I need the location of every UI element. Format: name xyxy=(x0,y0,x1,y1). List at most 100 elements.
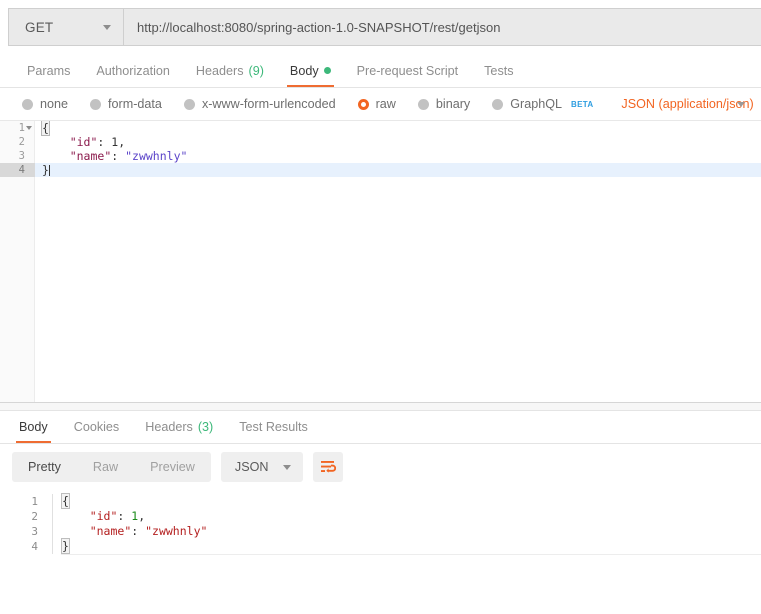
request-tab-bar: Params Authorization Headers (9) Body Pr… xyxy=(0,54,761,88)
radio-icon xyxy=(184,99,195,110)
json-comma: , xyxy=(118,135,125,149)
tab-headers-count: (9) xyxy=(249,64,264,78)
json-string-value: "zwwhnly" xyxy=(125,149,187,163)
code-line[interactable]: 4 } xyxy=(0,539,761,554)
json-colon: : xyxy=(97,135,111,149)
tab-authorization[interactable]: Authorization xyxy=(83,54,183,87)
http-method-select[interactable]: GET xyxy=(9,9,124,45)
tab-authorization-label: Authorization xyxy=(96,64,170,78)
body-type-raw-label: raw xyxy=(376,97,396,111)
code-line[interactable]: 2 "id": 1, xyxy=(0,135,761,149)
code-line[interactable]: 1 { xyxy=(0,121,761,135)
response-tab-test-results-label: Test Results xyxy=(239,420,308,434)
request-url-input[interactable]: http://localhost:8080/spring-action-1.0-… xyxy=(124,9,761,45)
fold-arrow-icon[interactable] xyxy=(26,126,32,130)
tab-body-label: Body xyxy=(290,64,319,78)
response-body-editor[interactable]: 1 { 2 "id": 1, 3 "name": "zwwhnly" 4 } xyxy=(0,490,761,568)
text-cursor xyxy=(49,165,50,176)
body-type-graphql[interactable]: GraphQL BETA xyxy=(492,97,593,111)
radio-icon xyxy=(22,99,33,110)
content-type-label: JSON (application/json) xyxy=(621,97,753,111)
tab-params[interactable]: Params xyxy=(14,54,83,87)
body-type-form-data-label: form-data xyxy=(108,97,162,111)
json-key: "id" xyxy=(70,135,98,149)
json-key: "name" xyxy=(90,524,132,538)
tab-tests[interactable]: Tests xyxy=(471,54,526,87)
tab-pre-request-script[interactable]: Pre-request Script xyxy=(344,54,472,87)
http-method-label: GET xyxy=(25,20,53,35)
tab-body[interactable]: Body xyxy=(277,54,344,87)
response-toolbar: Pretty Raw Preview JSON xyxy=(0,444,761,490)
response-format-select[interactable]: JSON xyxy=(221,452,303,482)
response-tab-body-label: Body xyxy=(19,420,48,434)
json-comma: , xyxy=(138,509,145,523)
line-number: 4 xyxy=(0,163,35,177)
code-line[interactable]: 3 "name": "zwwhnly" xyxy=(0,149,761,163)
response-view-mode-group: Pretty Raw Preview xyxy=(12,452,211,482)
chevron-down-icon xyxy=(103,25,111,30)
code-line-text: } xyxy=(52,539,761,554)
response-tab-headers-count: (3) xyxy=(198,420,213,434)
code-line-text: "id": 1, xyxy=(52,509,761,524)
view-mode-preview[interactable]: Preview xyxy=(134,452,211,482)
wrap-lines-icon xyxy=(320,460,336,474)
radio-selected-icon xyxy=(358,99,369,110)
body-type-binary[interactable]: binary xyxy=(418,97,470,111)
content-type-select[interactable]: JSON (application/json) xyxy=(621,97,753,111)
code-line[interactable]: 1 { xyxy=(0,494,761,509)
view-mode-raw[interactable]: Raw xyxy=(77,452,134,482)
code-line-text: "id": 1, xyxy=(35,135,125,149)
chevron-down-icon xyxy=(283,465,291,470)
chevron-down-icon[interactable] xyxy=(737,102,745,107)
response-tab-body[interactable]: Body xyxy=(6,410,61,443)
close-brace: } xyxy=(42,163,49,177)
open-brace: { xyxy=(62,494,69,508)
line-number: 4 xyxy=(0,539,52,554)
request-code: 1 { 2 "id": 1, 3 "name": "zwwhnly" 4 } xyxy=(0,121,761,177)
body-type-form-data[interactable]: form-data xyxy=(90,97,162,111)
code-line-text: "name": "zwwhnly" xyxy=(52,524,761,539)
code-line-text: { xyxy=(52,494,761,509)
body-type-none[interactable]: none xyxy=(22,97,68,111)
view-mode-pretty[interactable]: Pretty xyxy=(12,452,77,482)
response-format-label: JSON xyxy=(235,460,269,474)
code-line-active[interactable]: 4 } xyxy=(0,163,761,177)
line-number: 2 xyxy=(0,509,52,524)
view-mode-raw-label: Raw xyxy=(93,460,118,474)
response-tab-headers-label: Headers xyxy=(145,420,193,434)
body-type-raw[interactable]: raw xyxy=(358,97,396,111)
line-number: 3 xyxy=(0,149,35,163)
request-url-bar: GET http://localhost:8080/spring-action-… xyxy=(8,8,761,46)
code-line-text: } xyxy=(35,163,50,177)
json-key: "name" xyxy=(70,149,112,163)
json-colon: : xyxy=(111,149,125,163)
line-number: 2 xyxy=(0,135,35,149)
wrap-lines-button[interactable] xyxy=(313,452,343,482)
tab-tests-label: Tests xyxy=(484,64,513,78)
radio-icon xyxy=(418,99,429,110)
code-line-text: { xyxy=(35,121,49,135)
open-brace: { xyxy=(42,121,49,135)
view-mode-preview-label: Preview xyxy=(150,460,195,474)
tab-headers[interactable]: Headers (9) xyxy=(183,54,277,87)
code-line[interactable]: 2 "id": 1, xyxy=(0,509,761,524)
tab-params-label: Params xyxy=(27,64,70,78)
line-number: 3 xyxy=(0,524,52,539)
body-type-binary-label: binary xyxy=(436,97,470,111)
line-number: 1 xyxy=(0,494,52,509)
response-tab-test-results[interactable]: Test Results xyxy=(226,410,321,443)
json-key: "id" xyxy=(90,509,118,523)
body-type-x-www-form-urlencoded[interactable]: x-www-form-urlencoded xyxy=(184,97,336,111)
request-body-editor[interactable]: 1 { 2 "id": 1, 3 "name": "zwwhnly" 4 } xyxy=(0,121,761,402)
code-line[interactable]: 3 "name": "zwwhnly" xyxy=(0,524,761,539)
json-string-value: "zwwhnly" xyxy=(145,524,207,538)
response-tab-cookies[interactable]: Cookies xyxy=(61,410,133,443)
body-type-graphql-label: GraphQL xyxy=(510,97,562,111)
beta-badge: BETA xyxy=(571,100,593,109)
response-tab-cookies-label: Cookies xyxy=(74,420,120,434)
radio-icon xyxy=(90,99,101,110)
body-type-bar: none form-data x-www-form-urlencoded raw… xyxy=(0,88,761,121)
body-modified-dot-icon xyxy=(324,67,331,74)
response-tab-headers[interactable]: Headers (3) xyxy=(132,410,226,443)
json-colon: : xyxy=(117,509,131,523)
